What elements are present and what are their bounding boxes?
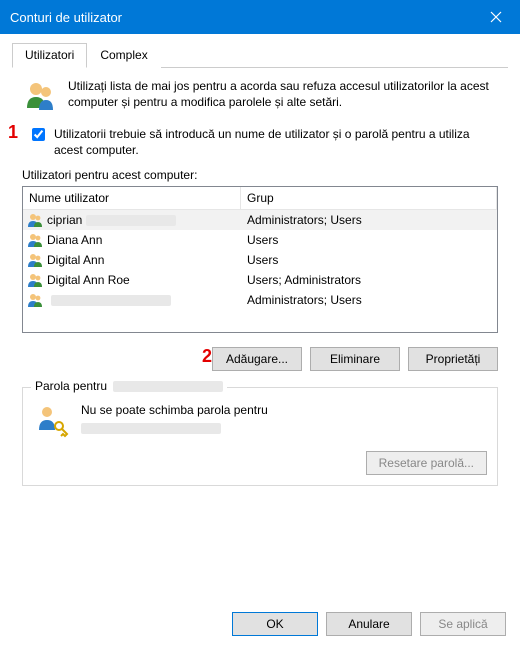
require-login-checkbox[interactable] bbox=[32, 128, 45, 141]
tab-advanced[interactable]: Complex bbox=[87, 43, 160, 68]
users-list-caption: Utilizatori pentru acest computer: bbox=[12, 164, 508, 184]
user-icon bbox=[27, 292, 43, 308]
table-row[interactable]: Digital Ann Roe Users; Administrators bbox=[23, 270, 497, 290]
close-icon bbox=[490, 11, 502, 23]
user-group: Administrators; Users bbox=[241, 293, 497, 307]
user-group: Users bbox=[241, 233, 497, 247]
user-icon bbox=[27, 212, 43, 228]
user-icon bbox=[27, 252, 43, 268]
intro-row: Utilizați lista de mai jos pentru a acor… bbox=[12, 78, 508, 124]
add-button[interactable]: Adăugare... bbox=[212, 347, 302, 371]
list-header: Nume utilizator Grup bbox=[23, 187, 497, 210]
reset-password-button[interactable]: Resetare parolă... bbox=[366, 451, 487, 475]
users-icon bbox=[22, 78, 58, 114]
password-legend-text: Parola pentru bbox=[35, 379, 107, 393]
titlebar: Conturi de utilizator bbox=[0, 0, 520, 34]
require-login-row: 1 Utilizatorii trebuie să introducă un n… bbox=[12, 124, 508, 164]
col-header-group[interactable]: Grup bbox=[241, 187, 497, 209]
tab-strip: Utilizatori Complex bbox=[12, 42, 508, 68]
col-header-name[interactable]: Nume utilizator bbox=[23, 187, 241, 209]
password-message: Nu se poate schimba parola pentru bbox=[81, 402, 268, 439]
remove-button[interactable]: Eliminare bbox=[310, 347, 400, 371]
tab-users[interactable]: Utilizatori bbox=[12, 43, 87, 68]
require-login-label: Utilizatorii trebuie să introducă un num… bbox=[54, 126, 498, 158]
user-group: Users bbox=[241, 253, 497, 267]
table-row[interactable]: ciprian Administrators; Users bbox=[23, 210, 497, 230]
user-group: Users; Administrators bbox=[241, 273, 497, 287]
apply-button[interactable]: Se aplică bbox=[420, 612, 506, 636]
password-message-redacted bbox=[81, 423, 221, 434]
table-row[interactable]: Digital Ann Users bbox=[23, 250, 497, 270]
user-key-icon bbox=[33, 402, 69, 438]
table-row[interactable]: Diana Ann Users bbox=[23, 230, 497, 250]
list-buttons: 2 Adăugare... Eliminare Proprietăți bbox=[12, 333, 508, 383]
ok-button[interactable]: OK bbox=[232, 612, 318, 636]
close-button[interactable] bbox=[472, 0, 520, 34]
annotation-1: 1 bbox=[8, 122, 18, 143]
user-name: Digital Ann Roe bbox=[47, 273, 130, 287]
properties-button[interactable]: Proprietăți bbox=[408, 347, 498, 371]
intro-text: Utilizați lista de mai jos pentru a acor… bbox=[68, 78, 498, 114]
window-title: Conturi de utilizator bbox=[10, 10, 472, 25]
password-legend: Parola pentru bbox=[31, 379, 227, 393]
cancel-button[interactable]: Anulare bbox=[326, 612, 412, 636]
password-message-row: Nu se poate schimba parola pentru bbox=[33, 398, 487, 439]
user-icon bbox=[27, 272, 43, 288]
annotation-2: 2 bbox=[202, 346, 212, 367]
table-row[interactable]: Administrators; Users bbox=[23, 290, 497, 310]
dialog-footer: OK Anulare Se aplică bbox=[0, 600, 520, 648]
user-name: Diana Ann bbox=[47, 233, 102, 247]
password-legend-redacted bbox=[113, 381, 223, 392]
user-group: Administrators; Users bbox=[241, 213, 497, 227]
password-groupbox: Parola pentru Nu se poate schimba parola… bbox=[22, 387, 498, 486]
user-name: ciprian bbox=[47, 213, 82, 227]
user-name: Digital Ann bbox=[47, 253, 104, 267]
users-list[interactable]: Nume utilizator Grup ciprian Administrato… bbox=[22, 186, 498, 333]
user-icon bbox=[27, 232, 43, 248]
dialog-content: Utilizatori Complex Utilizați lista de m… bbox=[0, 34, 520, 498]
